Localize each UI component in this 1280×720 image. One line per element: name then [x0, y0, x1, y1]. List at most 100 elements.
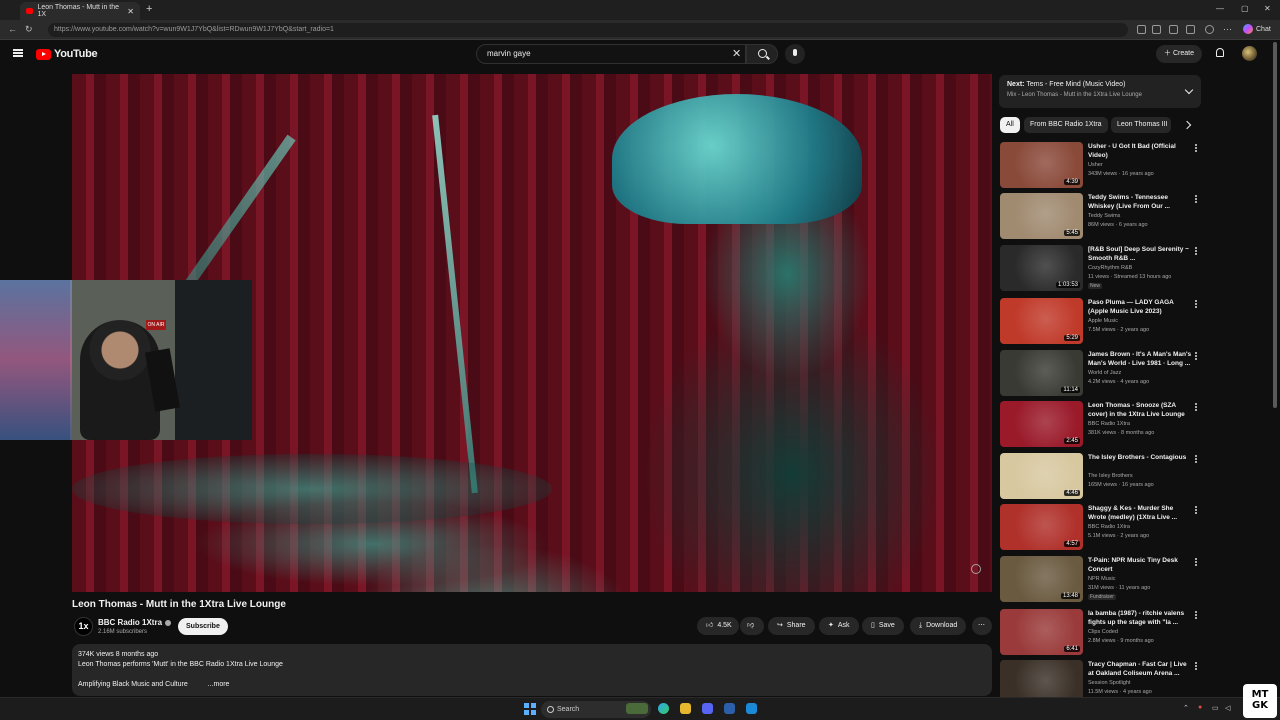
video-thumbnail[interactable]: 4:46	[1000, 453, 1083, 499]
file-explorer-icon[interactable]	[680, 703, 691, 714]
chevron-right-icon[interactable]	[1182, 120, 1192, 130]
recommendation-channel[interactable]: Apple Music	[1088, 318, 1118, 324]
chip-artist[interactable]: Leon Thomas III	[1111, 117, 1171, 133]
recommendation-title[interactable]: Teddy Swims - Tennessee Whiskey (Live Fr…	[1088, 193, 1192, 211]
minimize-icon[interactable]: —	[1216, 4, 1224, 13]
video-thumbnail[interactable]: 5:29	[1000, 298, 1083, 344]
close-window-icon[interactable]: ✕	[1264, 4, 1271, 13]
profile-icon[interactable]	[1205, 25, 1214, 34]
more-vertical-icon[interactable]	[1195, 247, 1197, 249]
favorite-icon[interactable]	[1152, 25, 1161, 34]
recommendation-item[interactable]: 2:45 Leon Thomas - Snooze (SZA cover) in …	[1000, 401, 1200, 449]
page-scrollbar[interactable]	[1273, 42, 1277, 408]
search-button[interactable]	[746, 44, 778, 64]
dislike-button[interactable]: 👎︎	[740, 617, 764, 635]
recommendation-channel[interactable]: Clips Coded	[1088, 629, 1118, 635]
notifications-bell-icon[interactable]	[1216, 48, 1224, 57]
voice-search-icon[interactable]	[785, 44, 805, 64]
more-vertical-icon[interactable]	[1195, 558, 1197, 560]
recommendation-title[interactable]: James Brown - It's A Man's Man's Man's W…	[1088, 350, 1192, 368]
more-vertical-icon[interactable]	[1195, 455, 1197, 457]
more-vertical-icon[interactable]	[1195, 195, 1197, 197]
discord-icon[interactable]	[702, 703, 713, 714]
recommendation-channel[interactable]: CozyRhythm R&B	[1088, 265, 1132, 271]
recommendation-channel[interactable]: BBC Radio 1Xtra	[1088, 421, 1130, 427]
app-icon[interactable]	[724, 703, 735, 714]
more-actions-button[interactable]: ⋯	[972, 617, 992, 635]
video-thumbnail[interactable]: 1:03:53	[1000, 245, 1083, 291]
recommendation-title[interactable]: la bamba (1987) - ritchie valens fights …	[1088, 609, 1192, 627]
tray-chevron-icon[interactable]: ⌃	[1183, 704, 1189, 712]
channel-name-text[interactable]: BBC Radio 1Xtra	[98, 618, 162, 627]
recommendation-item[interactable]: 5:45 Teddy Swims - Tennessee Whiskey (Liv…	[1000, 193, 1200, 241]
video-thumbnail[interactable]: 5:45	[1000, 193, 1083, 239]
search-input[interactable]: marvin gaye	[476, 44, 746, 64]
recommendation-channel[interactable]: BBC Radio 1Xtra	[1088, 524, 1130, 530]
recommendation-item[interactable]: 4:57 Shaggy & Kes - Murder She Wrote (med…	[1000, 504, 1200, 552]
recommendation-title[interactable]: Shaggy & Kes - Murder She Wrote (medley)…	[1088, 504, 1192, 522]
volume-icon[interactable]: ◁	[1225, 704, 1230, 712]
youtube-logo[interactable]: YouTube	[36, 48, 98, 60]
create-button[interactable]: ＋ Create	[1156, 45, 1202, 63]
recommendation-title[interactable]: Leon Thomas - Snooze (SZA cover) in the …	[1088, 401, 1192, 419]
more-vertical-icon[interactable]	[1195, 352, 1197, 354]
chip-all[interactable]: All	[1000, 117, 1020, 133]
recommendation-item[interactable]: 4:39 Usher - U Got It Bad (Official Video…	[1000, 142, 1200, 190]
more-vertical-icon[interactable]	[1195, 662, 1197, 664]
recommendation-item[interactable]: 11:14 James Brown - It's A Man's Man's Ma…	[1000, 350, 1200, 398]
microphone-tray-icon[interactable]: ●	[1198, 704, 1202, 711]
up-next-card[interactable]: Next: Tems - Free Mind (Music Video) Mix…	[999, 75, 1201, 108]
recommendation-title[interactable]: T-Pain: NPR Music Tiny Desk Concert	[1088, 556, 1192, 574]
recommendation-item[interactable]: 1:03:53 [R&B Soul] Deep Soul Serenity ~ S…	[1000, 245, 1200, 293]
widgets-icon[interactable]	[626, 703, 648, 714]
more-vertical-icon[interactable]	[1195, 300, 1197, 302]
recommendation-channel[interactable]: The Isley Brothers	[1088, 473, 1133, 479]
refresh-icon[interactable]: ↻	[25, 24, 33, 35]
hamburger-menu-icon[interactable]	[13, 49, 23, 57]
recommendation-title[interactable]: The Isley Brothers - Contagious	[1088, 453, 1192, 462]
back-icon[interactable]: ←	[8, 24, 17, 34]
copilot-chat-button[interactable]: Chat	[1243, 24, 1271, 34]
new-tab-icon[interactable]: +	[146, 3, 152, 15]
recommendation-channel[interactable]: Session Spotlight	[1088, 680, 1131, 686]
video-thumbnail[interactable]: 4:57	[1000, 504, 1083, 550]
more-vertical-icon[interactable]	[1195, 144, 1197, 146]
recommendation-channel[interactable]: Usher	[1088, 162, 1103, 168]
recommendation-item[interactable]: 13:48 T-Pain: NPR Music Tiny Desk Concert…	[1000, 556, 1200, 604]
video-thumbnail[interactable]: 13:48	[1000, 556, 1083, 602]
download-button[interactable]: ⤓ Download	[910, 617, 967, 635]
recommendation-title[interactable]: Paso Pluma — LADY GAGA (Apple Music Live…	[1088, 298, 1192, 316]
extensions-icon[interactable]	[1169, 25, 1178, 34]
ask-button[interactable]: ✦ Ask	[819, 617, 859, 635]
channel-name[interactable]: BBC Radio 1Xtra	[98, 618, 172, 627]
recommendation-title[interactable]: Usher - U Got It Bad (Official Video)	[1088, 142, 1192, 160]
channel-avatar[interactable]: 1x	[74, 617, 93, 636]
recommendation-title[interactable]: [R&B Soul] Deep Soul Serenity ~ Smooth R…	[1088, 245, 1192, 263]
share-button[interactable]: ↪ Share	[768, 617, 815, 635]
more-vertical-icon[interactable]	[1195, 403, 1197, 405]
browser-tab[interactable]: Leon Thomas - Mutt in the 1X ✕	[20, 2, 140, 20]
save-button[interactable]: ▯ Save	[862, 617, 904, 635]
recommendation-channel[interactable]: World of Jazz	[1088, 370, 1121, 376]
like-button[interactable]: 👍︎ 4.5K	[697, 617, 739, 635]
recommendation-item[interactable]: 5:29 Paso Pluma — LADY GAGA (Apple Music …	[1000, 298, 1200, 346]
more-icon[interactable]: ⋯	[1223, 24, 1232, 35]
url-field[interactable]: https://www.youtube.com/watch?v=wun9W1J7…	[48, 23, 1128, 37]
recommendation-item[interactable]: 4:46 The Isley Brothers - Contagious The I…	[1000, 453, 1200, 501]
video-thumbnail[interactable]: 11:14	[1000, 350, 1083, 396]
channel-watermark-icon[interactable]	[971, 564, 981, 574]
clear-search-icon[interactable]: ✕	[732, 47, 741, 60]
description-box[interactable]: 374K views 8 months ago Leon Thomas perf…	[72, 644, 992, 696]
show-more-link[interactable]: ...more	[208, 681, 230, 688]
video-thumbnail[interactable]: 4:39	[1000, 142, 1083, 188]
reader-icon[interactable]	[1137, 25, 1146, 34]
video-thumbnail[interactable]: 2:45	[1000, 401, 1083, 447]
more-vertical-icon[interactable]	[1195, 611, 1197, 613]
subscribe-button[interactable]: Subscribe	[178, 618, 228, 635]
recommendation-channel[interactable]: Teddy Swims	[1088, 213, 1120, 219]
account-avatar[interactable]	[1242, 46, 1257, 61]
edge-browser-icon[interactable]	[658, 703, 669, 714]
recommendation-item[interactable]: 6:41 la bamba (1987) - ritchie valens fig…	[1000, 609, 1200, 657]
more-vertical-icon[interactable]	[1195, 506, 1197, 508]
recommendation-title[interactable]: Tracy Chapman - Fast Car | Live at Oakla…	[1088, 660, 1192, 678]
